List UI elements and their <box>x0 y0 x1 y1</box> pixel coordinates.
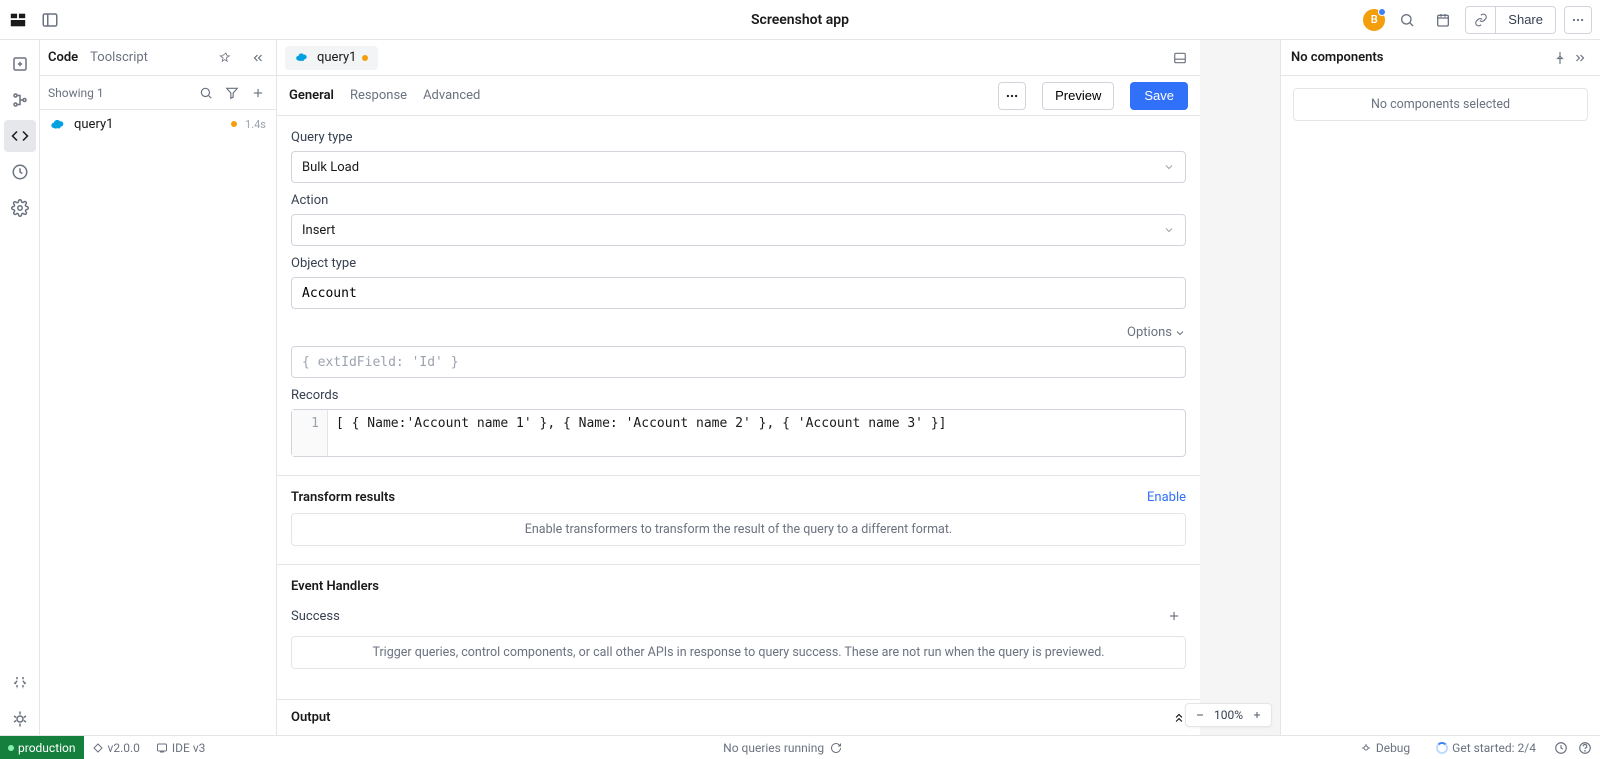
code-list-panel: Code Toolscript Showing 1 <box>40 40 277 735</box>
label-records: Records <box>291 388 1186 403</box>
add-success-handler-button[interactable] <box>1162 604 1186 628</box>
status-history-icon[interactable] <box>1554 741 1568 755</box>
records-code[interactable]: [ { Name:'Account name 1' }, { Name: 'Ac… <box>328 410 1185 456</box>
line-number: 1 <box>292 410 328 456</box>
label-query-type: Query type <box>291 130 1186 145</box>
chevron-down-icon <box>1163 224 1175 236</box>
salesforce-icon <box>50 116 66 132</box>
version-item[interactable]: v2.0.0 <box>84 736 148 759</box>
env-status-dot <box>8 745 14 751</box>
collapse-panel-icon[interactable] <box>248 48 268 68</box>
debug-icon[interactable] <box>4 703 36 735</box>
keyboard-shortcuts-icon[interactable] <box>4 667 36 699</box>
toggle-panels-icon[interactable] <box>36 6 64 34</box>
add-component-icon[interactable] <box>4 48 36 80</box>
app-logo[interactable] <box>8 10 28 30</box>
salesforce-icon <box>295 50 311 66</box>
history-icon[interactable] <box>1429 6 1457 34</box>
config-tab-advanced[interactable]: Advanced <box>423 88 480 103</box>
code-add-icon[interactable] <box>248 83 268 103</box>
save-button[interactable]: Save <box>1130 82 1188 110</box>
component-tree-icon[interactable] <box>4 84 36 116</box>
chevron-down-icon <box>1163 161 1175 173</box>
settings-icon[interactable] <box>4 192 36 224</box>
code-search-icon[interactable] <box>196 83 216 103</box>
transform-enable-link[interactable]: Enable <box>1147 490 1186 505</box>
expand-editor-icon[interactable] <box>1168 46 1192 70</box>
config-tab-response[interactable]: Response <box>350 88 407 103</box>
unsaved-indicator <box>231 121 237 127</box>
top-bar: Screenshot app B Share <box>0 0 1600 40</box>
query-name: query1 <box>74 117 223 132</box>
inspector-pin-icon[interactable] <box>1550 48 1570 68</box>
success-label: Success <box>291 609 340 624</box>
share-button[interactable]: Share <box>1495 6 1556 34</box>
inspector-empty-state: No components selected <box>1293 88 1588 121</box>
code-filter-icon[interactable] <box>222 83 242 103</box>
copy-link-button[interactable] <box>1465 6 1495 34</box>
select-query-type[interactable]: Bulk Load <box>291 151 1186 183</box>
showing-count: Showing 1 <box>48 86 104 100</box>
canvas-area[interactable]: 100% <box>1200 40 1280 735</box>
zoom-out-button[interactable] <box>1192 707 1208 723</box>
query-list-item[interactable]: query1 1.4s <box>40 110 276 138</box>
inspector-title: No components <box>1291 50 1383 65</box>
refresh-icon[interactable] <box>830 742 842 754</box>
app-title: Screenshot app <box>751 12 849 28</box>
input-options[interactable]: { extIdField: 'Id' } <box>291 346 1186 378</box>
options-toggle[interactable]: Options <box>1127 325 1186 340</box>
search-icon[interactable] <box>1393 6 1421 34</box>
debug-toggle[interactable]: Debug <box>1352 741 1418 755</box>
collapse-inspector-icon[interactable] <box>1570 48 1590 68</box>
queries-status: No queries running <box>723 741 824 755</box>
config-tab-general[interactable]: General <box>289 88 334 103</box>
ide-version-item[interactable]: IDE v3 <box>148 736 214 759</box>
query-timing: 1.4s <box>245 118 266 131</box>
state-icon[interactable] <box>4 156 36 188</box>
transform-title: Transform results <box>291 490 395 505</box>
label-action: Action <box>291 193 1186 208</box>
query-more-menu[interactable] <box>998 82 1026 110</box>
tab-code[interactable]: Code <box>48 50 78 65</box>
status-bar: production v2.0.0 IDE v3 No queries runn… <box>0 735 1600 759</box>
zoom-value: 100% <box>1214 708 1243 722</box>
get-started-progress[interactable]: Get started: 2/4 <box>1428 741 1544 755</box>
input-object-type[interactable] <box>291 277 1186 309</box>
query-editor: query1 General Response Advanced Preview… <box>277 40 1200 735</box>
open-query-tab[interactable]: query1 <box>285 46 378 70</box>
code-panel-icon[interactable] <box>4 120 36 152</box>
preview-button[interactable]: Preview <box>1042 82 1114 110</box>
unsaved-indicator <box>362 55 368 61</box>
pin-icon[interactable] <box>216 48 236 68</box>
status-help-icon[interactable] <box>1578 741 1592 755</box>
progress-spinner-icon <box>1436 742 1448 754</box>
output-panel-header[interactable]: Output <box>277 699 1200 735</box>
output-title: Output <box>291 710 331 725</box>
transform-info: Enable transformers to transform the res… <box>291 513 1186 546</box>
expand-output-icon[interactable] <box>1172 711 1186 725</box>
more-menu-button[interactable] <box>1564 6 1592 34</box>
inspector-panel: No components No components selected <box>1280 40 1600 735</box>
left-icon-rail <box>0 40 40 735</box>
zoom-control: 100% <box>1185 703 1272 727</box>
open-tab-label: query1 <box>317 50 356 65</box>
select-action[interactable]: Insert <box>291 214 1186 246</box>
environment-pill[interactable]: production <box>0 736 84 759</box>
label-object-type: Object type <box>291 256 1186 271</box>
user-avatar[interactable]: B <box>1363 9 1385 31</box>
presence-indicator <box>1378 8 1386 16</box>
success-info: Trigger queries, control components, or … <box>291 636 1186 669</box>
records-code-editor[interactable]: 1 [ { Name:'Account name 1' }, { Name: '… <box>291 409 1186 457</box>
zoom-in-button[interactable] <box>1249 707 1265 723</box>
tab-toolscript[interactable]: Toolscript <box>90 50 148 65</box>
event-handlers-title: Event Handlers <box>291 579 379 594</box>
